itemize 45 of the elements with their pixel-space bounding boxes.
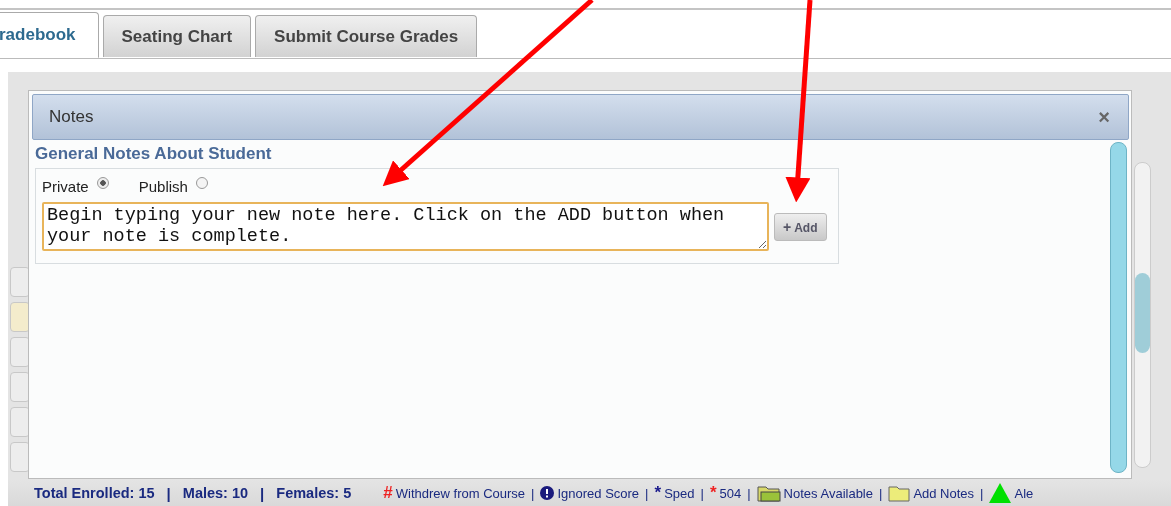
legend-label: Add Notes [913,485,975,501]
triangle-icon [989,483,1012,503]
legend-label: Ignored Score [557,485,640,501]
close-button[interactable]: × [1098,107,1110,127]
row-button[interactable] [10,407,30,437]
section-title: General Notes About Student [35,144,273,164]
separator-text: | [166,484,171,502]
row-button[interactable] [10,337,30,367]
separator-text: | [980,485,984,501]
legend-symbol: # [383,483,393,503]
scrollbar[interactable] [1110,142,1127,473]
summary-text: Females: 5 [276,485,352,501]
separator-text: | [747,485,751,501]
legend-label: Ale [1014,485,1034,501]
separator-text: | [260,484,265,502]
add-button[interactable]: + Add [774,212,827,241]
legend-label: Withdrew from Course [395,485,526,501]
folder-icon [756,484,781,502]
row-button[interactable] [10,442,30,472]
legend-label: Sped [664,485,695,501]
note-field[interactable]: Begin typing your new note here. Click on the ADD button when your note is complete. [42,202,769,251]
separator-text: | [700,485,704,501]
row-button[interactable] [10,372,30,402]
legend-symbol: * [654,483,662,503]
scrollbar[interactable] [1134,162,1151,468]
row-button[interactable] [10,267,30,297]
summary-text: Total Enrolled: 15 [34,485,155,501]
separator-text: | [879,485,883,501]
folder-icon [888,484,911,502]
legend-symbol: * [709,483,717,503]
radio-label: Publish [138,177,188,195]
tab[interactable]: Seating Chart [102,15,252,57]
legend-label: 504 [719,485,742,501]
radio-button[interactable] [195,177,208,189]
row-button[interactable] [10,302,30,332]
summary-text: Males: 10 [182,485,249,501]
tab[interactable]: Submit Course Grades [255,15,478,57]
dialog-title: Notes [49,107,94,127]
radio-button[interactable] [96,177,109,189]
separator-text: | [645,485,649,501]
tab[interactable]: radebook [0,12,99,58]
legend-label: Notes Available [783,485,873,501]
radio-label: Private [42,177,89,195]
info-icon [540,486,555,500]
separator-text: | [531,485,535,501]
